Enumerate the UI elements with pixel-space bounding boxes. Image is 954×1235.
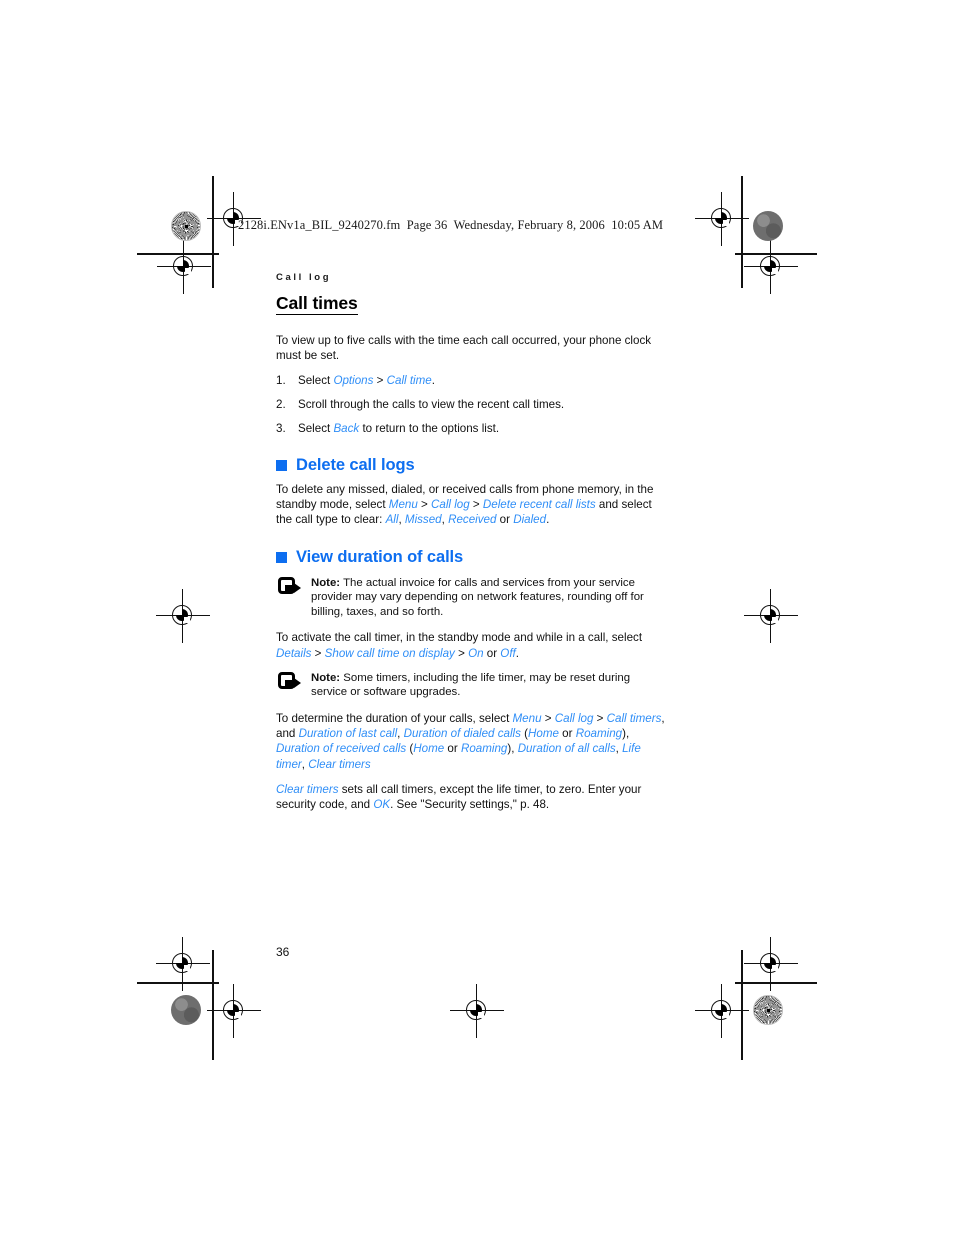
- note-block-timers-reset: Note: Some timers, including the life ti…: [276, 671, 668, 700]
- density-patch-solid-top-right: [753, 211, 783, 241]
- blue-square-bullet-icon: [276, 551, 287, 563]
- ui-term-off: Off: [500, 646, 516, 660]
- list-item: Scroll through the calls to view the rec…: [276, 397, 668, 412]
- ui-term-dialed: Dialed: [513, 513, 547, 527]
- ui-term-duration-of-all-calls: Duration of all calls: [517, 742, 616, 756]
- ui-term-menu: Menu: [388, 498, 418, 512]
- step-text-post: .: [431, 373, 435, 387]
- page-number: 36: [276, 945, 290, 959]
- ui-term-roaming: Roaming: [575, 727, 623, 741]
- registration-target-bottom-left: [207, 984, 261, 1038]
- heading-delete-call-logs: Delete call logs: [276, 456, 668, 475]
- ui-term-duration-of-dialed-calls: Duration of dialed calls: [403, 727, 521, 741]
- ui-term-details: Details: [276, 646, 312, 660]
- text-run: >: [311, 646, 325, 660]
- ui-term-roaming: Roaming: [460, 742, 508, 756]
- text-run: .: [546, 513, 550, 527]
- registration-target-bottom-right: [695, 984, 749, 1038]
- heading-delete-call-logs-label: Delete call logs: [296, 455, 415, 474]
- step-separator: >: [373, 373, 387, 387]
- note-icon: [278, 576, 302, 598]
- text-run: >: [541, 711, 555, 725]
- note-label: Note:: [311, 576, 341, 589]
- text-run: (: [520, 727, 529, 741]
- density-patch-solid-bottom-left: [171, 995, 201, 1025]
- printed-page-sheet: 2128i.ENv1a_BIL_9240270.fm Page 36 Wedne…: [0, 0, 954, 1235]
- text-run: >: [593, 711, 607, 725]
- ui-term-delete-recent-call-lists: Delete recent call lists: [482, 498, 596, 512]
- ui-term-clear-timers: Clear timers: [308, 757, 371, 771]
- ui-term-missed: Missed: [404, 513, 442, 527]
- ui-term-duration-of-last-call: Duration of last call: [298, 727, 398, 741]
- registration-target-middle-left: [156, 589, 210, 643]
- call-times-intro: To view up to five calls with the time e…: [276, 333, 652, 362]
- heading-call-times-wrapper: Call times: [276, 293, 668, 324]
- text-run: or: [483, 646, 501, 660]
- ui-term-duration-of-received-calls: Duration of received calls: [276, 742, 407, 756]
- text-run: To determine the duration of your calls,…: [276, 711, 513, 725]
- text-run: or: [444, 742, 461, 756]
- registration-target-lower-left: [156, 937, 210, 991]
- registration-target-top-right: [695, 192, 749, 246]
- density-patch-burst-bottom-right: [753, 995, 783, 1025]
- heading-call-times: Call times: [276, 293, 358, 315]
- text-run: or: [558, 727, 576, 741]
- clear-timers-paragraph: Clear timers sets all call timers, excep…: [276, 782, 668, 812]
- ui-term-all: All: [385, 513, 399, 527]
- delete-call-logs-paragraph: To delete any missed, dialed, or receive…: [276, 482, 668, 528]
- ui-term-received: Received: [448, 513, 497, 527]
- ui-term-ok: OK: [373, 797, 391, 811]
- call-times-step-list: Select Options > Call time. Scroll throu…: [276, 373, 668, 436]
- activate-call-timer-paragraph: To activate the call timer, in the stand…: [276, 630, 668, 660]
- step-text-pre: Select: [298, 421, 334, 435]
- list-item: Select Back to return to the options lis…: [276, 421, 668, 436]
- note-block-invoice: Note: The actual invoice for calls and s…: [276, 576, 668, 620]
- text-run: To activate the call timer, in the stand…: [276, 631, 643, 645]
- ui-term-call-log: Call log: [554, 711, 594, 725]
- step-text-pre: Scroll through the calls to view the rec…: [298, 397, 565, 411]
- step-text-pre: Select: [298, 373, 334, 387]
- registration-target-middle-right: [744, 589, 798, 643]
- blue-square-bullet-icon: [276, 459, 287, 471]
- text-run: .: [515, 646, 519, 660]
- text-run: >: [454, 646, 469, 660]
- note-body: The actual invoice for calls and service…: [311, 576, 644, 618]
- text-run: or: [496, 513, 514, 527]
- text-run: >: [417, 498, 432, 512]
- running-head: Call log: [276, 272, 332, 283]
- step-text-post: to return to the options list.: [359, 421, 500, 435]
- ui-term-back: Back: [333, 421, 360, 435]
- registration-target-lower-right: [744, 937, 798, 991]
- note-text: Note: Some timers, including the life ti…: [311, 671, 668, 700]
- ui-term-show-call-time-on-display: Show call time on display: [324, 646, 455, 660]
- ui-term-home: Home: [528, 727, 559, 741]
- registration-target-bottom-center: [450, 984, 504, 1038]
- ui-term-clear-timers: Clear timers: [276, 782, 339, 796]
- text-run: ),: [507, 742, 518, 756]
- note-label: Note:: [311, 671, 341, 684]
- ui-term-call-timers: Call timers: [606, 711, 662, 725]
- imposition-slug-line: 2128i.ENv1a_BIL_9240270.fm Page 36 Wedne…: [238, 218, 664, 232]
- text-run: ),: [622, 727, 630, 741]
- page-content-area: Call log Call times To view up to five c…: [276, 272, 668, 822]
- note-icon: [278, 671, 302, 693]
- ui-term-menu: Menu: [512, 711, 542, 725]
- determine-duration-paragraph: To determine the duration of your calls,…: [276, 711, 668, 772]
- heading-view-duration-of-calls: View duration of calls: [276, 548, 668, 567]
- ui-term-home: Home: [413, 742, 445, 756]
- note-text: Note: The actual invoice for calls and s…: [311, 576, 668, 620]
- ui-term-call-time: Call time: [386, 373, 432, 387]
- heading-view-duration-label: View duration of calls: [296, 547, 464, 566]
- registration-target-upper-right: [744, 240, 798, 294]
- note-body: Some timers, including the life timer, m…: [311, 671, 631, 699]
- text-run: . See "Security settings," p. 48.: [390, 797, 550, 811]
- ui-term-on: On: [468, 646, 484, 660]
- ui-term-call-log: Call log: [431, 498, 470, 512]
- text-run: >: [469, 498, 483, 512]
- registration-target-upper-left: [157, 240, 211, 294]
- ui-term-options: Options: [333, 373, 374, 387]
- list-item: Select Options > Call time.: [276, 373, 668, 388]
- density-patch-burst-top-left: [171, 211, 201, 241]
